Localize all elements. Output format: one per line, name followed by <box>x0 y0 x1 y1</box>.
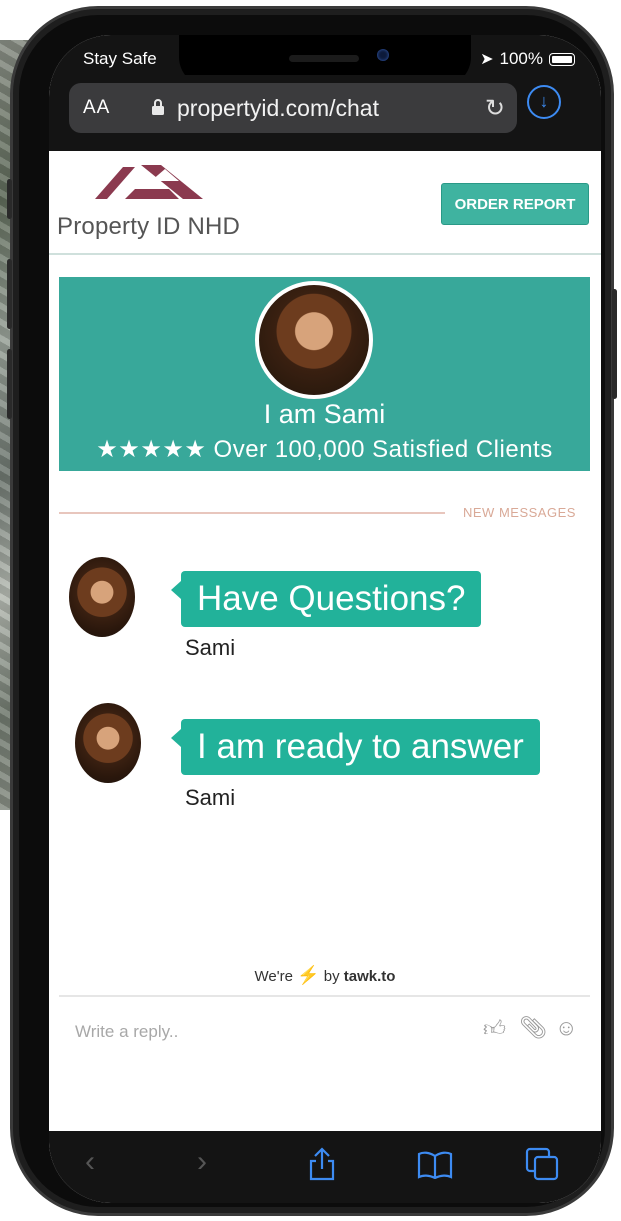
message-sender-name: Sami <box>185 635 236 660</box>
agent-avatar <box>255 281 373 399</box>
smiley-icon[interactable]: ☺ <box>555 1015 577 1041</box>
front-camera <box>377 49 389 61</box>
battery-icon <box>549 52 575 66</box>
bookmarks-icon[interactable] <box>417 1151 453 1179</box>
powered-by-word: by <box>323 968 340 985</box>
lightning-bolt-icon: ⚡ <box>297 965 320 985</box>
powered-by-tawk[interactable]: We're ⚡ by tawk.to <box>49 965 601 986</box>
battery-percent: 100% <box>499 49 543 68</box>
carrier-label: Stay Safe <box>83 49 157 68</box>
powered-prefix: We're <box>254 968 293 985</box>
browser-toolbar: ‹ › <box>49 1131 601 1203</box>
logo-text: Property ID NHD <box>57 213 241 240</box>
lock-icon <box>152 99 164 115</box>
chat-message-bubble: I am ready to answer <box>171 719 540 775</box>
download-icon[interactable]: ↓ <box>527 85 561 119</box>
agent-hero-banner: I am Sami ★★★★★ Over 100,000 Satisfied C… <box>59 277 590 471</box>
back-icon[interactable]: ‹ <box>85 1145 95 1179</box>
thumbs-up-icon[interactable]: 👍︎ <box>483 1015 506 1042</box>
new-messages-label: NEW MESSAGES <box>463 505 576 520</box>
url-text: propertyid.com/chat <box>177 95 379 121</box>
address-bar[interactable]: AA propertyid.com/chat ↻ <box>69 83 517 133</box>
tabs-icon[interactable] <box>525 1147 559 1181</box>
site-header: Property ID NHD ORDER REPORT <box>49 151 601 255</box>
agent-tagline: Over 100,000 Satisfied Clients <box>213 436 553 463</box>
forward-icon[interactable]: › <box>197 1145 207 1179</box>
share-icon[interactable] <box>307 1147 337 1181</box>
message-sender-name: Sami <box>185 785 236 810</box>
agent-rating: ★★★★★ Over 100,000 Satisfied Clients <box>59 435 590 464</box>
browser-address-area: AA propertyid.com/chat ↻ ↓ <box>49 75 601 151</box>
paperclip-icon[interactable]: 📎︎ <box>519 1015 547 1041</box>
phone-frame: Stay Safe ➤ 100% AA propertyid.com/chat … <box>7 6 617 1216</box>
mute-switch <box>7 179 12 219</box>
sender-avatar <box>69 557 135 637</box>
reload-icon[interactable]: ↻ <box>485 94 505 123</box>
power-button <box>612 289 617 399</box>
phone-screen: Stay Safe ➤ 100% AA propertyid.com/chat … <box>49 35 601 1203</box>
location-icon: ➤ <box>480 51 494 68</box>
agent-name: I am Sami <box>263 399 386 429</box>
sender-avatar <box>75 703 141 783</box>
volume-up-button <box>7 259 12 329</box>
reply-composer: 👍︎ 📎︎ ☺ <box>59 995 590 1131</box>
text-size-button[interactable]: AA <box>83 97 110 119</box>
star-rating-icon: ★★★★★ <box>96 436 207 463</box>
chat-message-bubble: Have Questions? <box>170 571 482 627</box>
tawk-brand: tawk.to <box>343 968 396 985</box>
order-report-button[interactable]: ORDER REPORT <box>441 183 589 225</box>
property-id-logo-icon <box>95 165 203 199</box>
new-messages-divider <box>59 512 445 514</box>
volume-down-button <box>7 349 12 419</box>
reply-input[interactable] <box>75 1017 455 1047</box>
speaker-grille <box>289 55 359 62</box>
